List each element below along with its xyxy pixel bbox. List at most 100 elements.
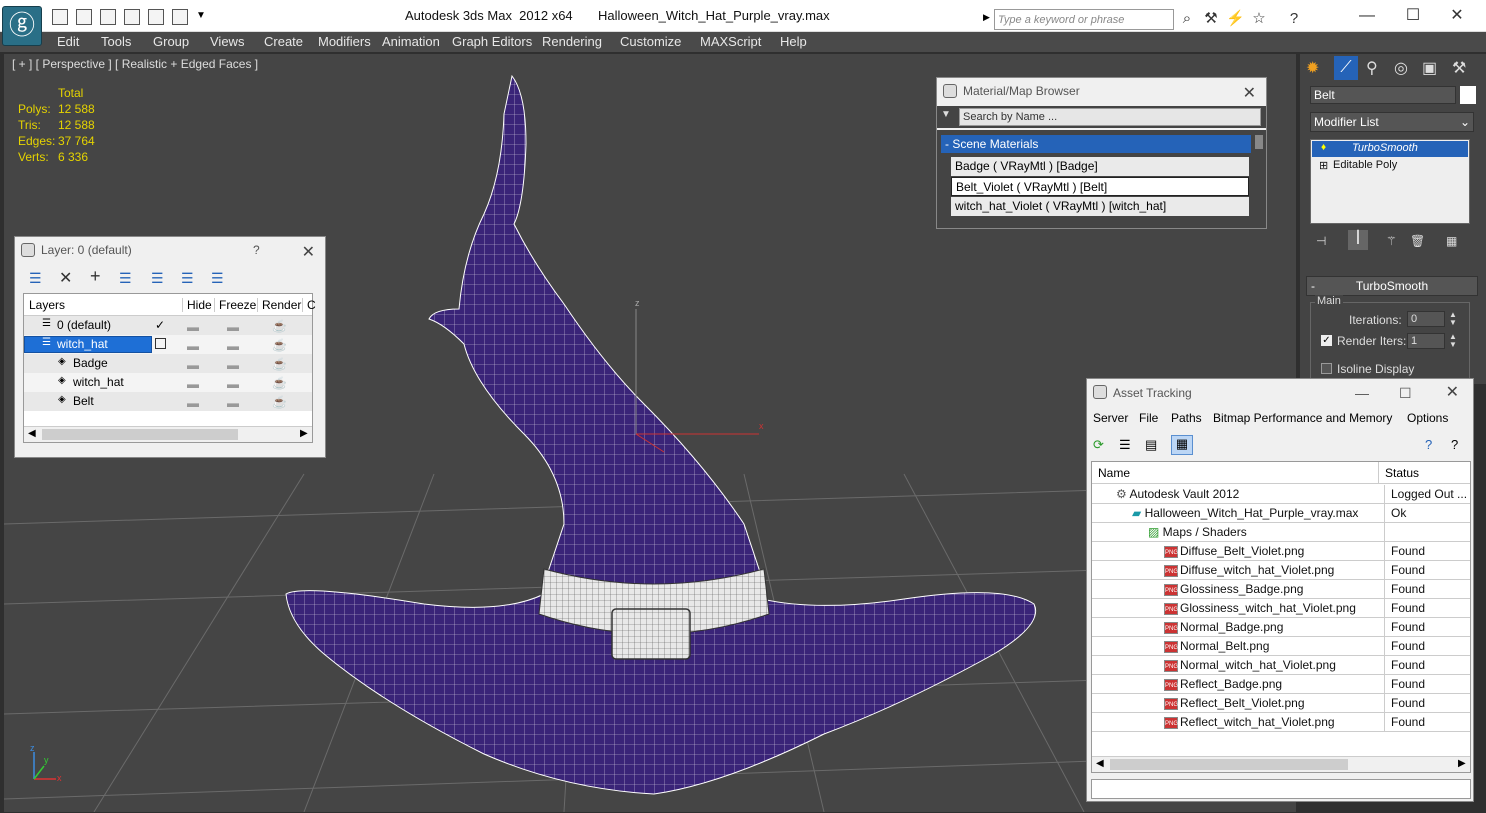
new-icon[interactable] [52,9,68,25]
maximize-button[interactable]: ☐ [1398,6,1428,26]
expand-icon[interactable]: ⊞ [1319,159,1328,172]
binoculars-icon[interactable]: ⌕ [1178,10,1196,28]
asset-tree-table[interactable]: Name Status ⚙ Autodesk Vault 2012 Logged … [1091,461,1471,773]
hide-toggle[interactable]: ▬ [187,358,199,372]
current-layer-box[interactable] [155,338,166,349]
scroll-left-icon[interactable]: ◀ [28,428,36,439]
material-item[interactable]: Badge ( VRayMtl ) [Badge] [951,157,1249,176]
save-icon[interactable] [100,9,116,25]
lightbulb-icon[interactable]: ♦ [1321,142,1326,153]
modifier-stack[interactable]: TurboSmooth ♦ ⊞ Editable Poly [1310,139,1470,224]
asset-row[interactable]: PNG Glossiness_witch_hat_Violet.png Found [1092,599,1470,618]
menu-tools[interactable]: Tools [101,34,131,49]
asset-path-field[interactable] [1091,779,1471,799]
refresh-icon[interactable]: ⟳ [1093,437,1104,453]
help-icon[interactable]: ? [1285,10,1303,28]
asset-hscrollbar[interactable]: ◀ ▶ [1092,756,1470,772]
layer-row[interactable]: ◈ Badge ▬ ▬ ☕ [24,354,312,373]
asset-row[interactable]: ▨ Maps / Shaders [1092,523,1470,542]
freeze-toggle[interactable]: ▬ [227,396,239,410]
render-teapot-icon[interactable]: ☕ [272,395,287,409]
material-item[interactable]: witch_hat_Violet ( VRayMtl ) [witch_hat] [951,197,1249,216]
current-layer-check-icon[interactable]: ✓ [155,318,165,332]
asset-menu-file[interactable]: File [1139,411,1158,425]
pin-stack-icon[interactable]: ⊣ [1316,234,1326,248]
highlight-layer-icon[interactable]: ☰ [151,270,164,287]
freeze-all-icon[interactable]: ☰ [211,270,224,287]
asset-row[interactable]: PNG Normal_witch_hat_Violet.png Found [1092,656,1470,675]
configure-sets-icon[interactable]: ▦ [1446,234,1457,248]
freeze-toggle[interactable]: ▬ [227,377,239,391]
col-hide[interactable]: Hide [182,298,212,312]
render-iters-spinner[interactable]: 1 [1407,333,1445,349]
scroll-thumb[interactable] [42,429,238,440]
asset-row[interactable]: PNG Glossiness_Badge.png Found [1092,580,1470,599]
render-teapot-icon[interactable]: ☕ [272,376,287,390]
spinner-arrows-icon[interactable]: ▲ ▼ [1449,311,1457,327]
layer-close-button[interactable]: ✕ [302,240,315,266]
menu-help[interactable]: Help [780,34,807,49]
asset-menu-server[interactable]: Server [1093,411,1128,425]
add-to-layer-icon[interactable]: + [90,266,101,287]
menu-maxscript[interactable]: MAXScript [700,34,761,49]
asset-row[interactable]: PNG Diffuse_witch_hat_Violet.png Found [1092,561,1470,580]
freeze-toggle[interactable]: ▬ [227,320,239,334]
material-list[interactable]: - Scene Materials Badge ( VRayMtl ) [Bad… [937,130,1266,228]
hide-toggle[interactable]: ▬ [187,320,199,334]
render-teapot-icon[interactable]: ☕ [272,357,287,371]
project-icon[interactable] [172,9,188,25]
undo-icon[interactable] [124,9,140,25]
asset-minimize-button[interactable]: — [1355,379,1369,407]
object-name-field[interactable]: Belt [1310,86,1456,104]
context-help-icon[interactable]: ? [1451,437,1458,452]
menu-create[interactable]: Create [264,34,303,49]
modifier-list-dropdown[interactable]: Modifier List ⌄ [1310,112,1474,132]
hide-toggle[interactable]: ▬ [187,396,199,410]
communication-center-icon[interactable]: ⚒ [1202,10,1220,28]
subscription-icon[interactable]: ⚡ [1226,10,1245,28]
col-status[interactable]: Status [1378,462,1419,484]
object-color-swatch[interactable] [1460,86,1476,104]
table-view-icon[interactable]: ▦ [1171,435,1193,455]
col-freeze[interactable]: Freeze [214,298,256,312]
minimize-button[interactable]: — [1352,6,1382,26]
show-end-result-icon[interactable]: ┃ [1348,230,1368,250]
asset-menu-options[interactable]: Options [1407,411,1448,425]
create-tab-icon[interactable]: ✹ [1306,58,1319,78]
viewport-label[interactable]: [ + ] [ Perspective ] [ Realistic + Edge… [12,57,258,71]
hide-all-icon[interactable]: ☰ [181,270,194,287]
layer-row[interactable]: ◈ Belt ▬ ▬ ☕ [24,392,312,411]
search-input[interactable]: Type a keyword or phrase [994,9,1174,30]
col-color[interactable]: C [302,298,316,312]
spinner-arrows-icon[interactable]: ▲ ▼ [1449,333,1457,349]
render-teapot-icon[interactable]: ☕ [272,319,287,333]
select-objects-icon[interactable]: ☰ [119,270,132,287]
open-icon[interactable] [76,9,92,25]
material-item-selected[interactable]: Belt_Violet ( VRayMtl ) [Belt] [951,177,1249,196]
asset-row[interactable]: PNG Normal_Badge.png Found [1092,618,1470,637]
freeze-toggle[interactable]: ▬ [227,339,239,353]
scroll-thumb[interactable] [1110,759,1348,770]
material-search-input[interactable]: Search by Name ... [959,108,1261,126]
scroll-left-icon[interactable]: ◀ [1096,758,1104,769]
asset-row[interactable]: ▰ Halloween_Witch_Hat_Purple_vray.max Ok [1092,504,1470,523]
menu-customize[interactable]: Customize [620,34,681,49]
col-layers[interactable]: Layers [29,298,65,312]
create-layer-icon[interactable]: ☰ [29,270,42,287]
layer-panel-title[interactable]: Layer: 0 (default) ? ✕ [15,237,325,263]
remove-modifier-icon[interactable]: 🗑 [1410,234,1425,248]
collapse-rollout-icon[interactable]: - [1311,277,1315,295]
asset-close-button[interactable]: ✕ [1446,379,1459,407]
display-tab-icon[interactable]: ▣ [1422,58,1437,78]
render-teapot-icon[interactable]: ☕ [272,338,287,352]
menu-rendering[interactable]: Rendering [542,34,602,49]
isoline-checkbox[interactable] [1321,363,1332,374]
menu-graph-editors[interactable]: Graph Editors [452,34,532,49]
delete-layer-icon[interactable]: ✕ [59,268,72,288]
layer-row[interactable]: ⊟ ☰ witch_hat ▬ ▬ ☕ [24,335,312,354]
close-button[interactable]: ✕ [1442,6,1472,26]
layer-list[interactable]: Layers Hide Freeze Render C ☰ 0 (default… [23,293,316,443]
scene-materials-header[interactable]: - Scene Materials [941,135,1251,153]
app-menu-button[interactable]: ⓖ [2,6,42,46]
redo-icon[interactable] [148,9,164,25]
